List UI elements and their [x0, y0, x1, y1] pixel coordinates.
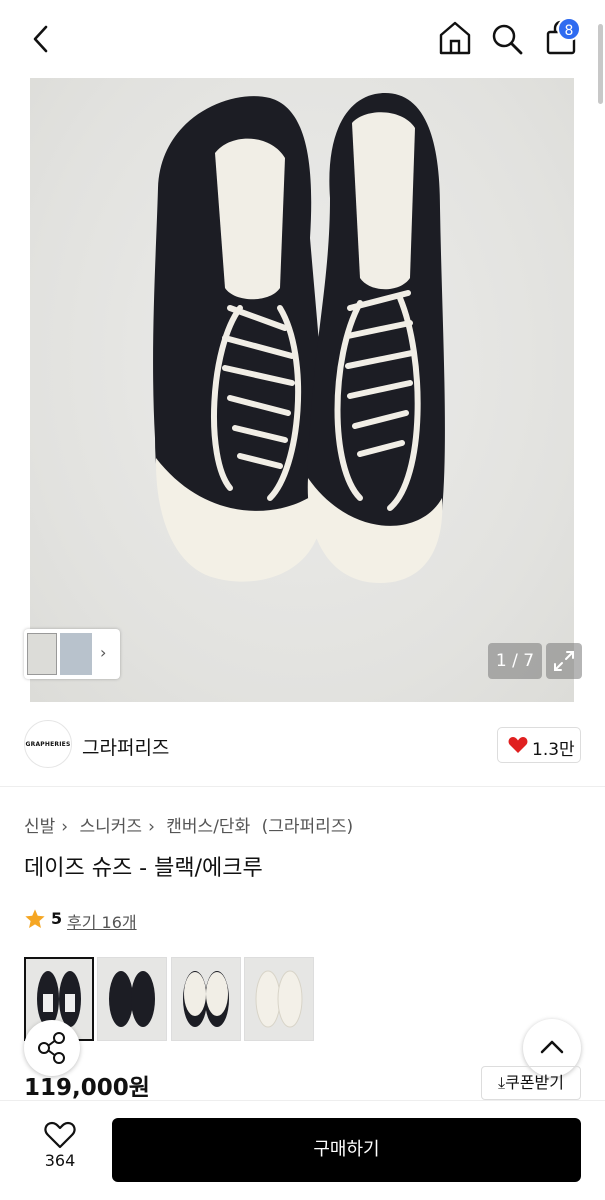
variant-thumbnail [183, 971, 229, 1027]
search-icon [492, 24, 523, 55]
review-count-link[interactable]: 후기 16개 [67, 909, 137, 933]
star-icon [25, 909, 45, 928]
variant-black[interactable] [97, 957, 167, 1041]
breadcrumb-item[interactable]: 스니커즈 [80, 817, 143, 837]
search-button[interactable] [491, 22, 523, 56]
variant-ecru[interactable] [244, 957, 314, 1041]
heart-outline-icon [44, 1121, 76, 1149]
product-price: 119,000원 [24, 1075, 150, 1101]
cart-count-badge: 8 [557, 17, 581, 41]
page-scrollbar[interactable] [598, 24, 603, 104]
brand-like-button[interactable]: 1.3만 [497, 727, 581, 763]
breadcrumb: 신발 › 스니커즈 › 캔버스/단화 (그라퍼리즈) [24, 812, 359, 837]
heart-filled-icon [508, 737, 528, 753]
top-bar: 8 [0, 0, 605, 78]
gallery-thumbnail-strip[interactable]: › [24, 629, 120, 679]
variant-thumbnail [255, 970, 303, 1028]
breadcrumb-item[interactable]: 캔버스/단화 [166, 817, 250, 837]
variant-ecru-black[interactable] [171, 957, 241, 1041]
wishlist-button[interactable]: 364 [38, 1121, 82, 1181]
breadcrumb-item[interactable]: (그라퍼리즈) [262, 817, 353, 837]
home-button[interactable] [438, 20, 472, 56]
rating-score: 5 [51, 909, 63, 928]
bottom-action-bar: 364 구매하기 [0, 1100, 605, 1200]
gallery-counter: 1 / 7 [488, 643, 542, 679]
chevron-left-icon [33, 25, 48, 53]
buy-button[interactable]: 구매하기 [112, 1118, 581, 1182]
gallery-thumbnail[interactable] [27, 633, 57, 675]
wishlist-count: 364 [44, 1151, 76, 1170]
chevron-right-icon[interactable]: › [100, 643, 106, 662]
chevron-right-icon: › [148, 817, 155, 837]
expand-button[interactable] [546, 643, 582, 679]
brand-like-count: 1.3만 [532, 740, 575, 760]
chevron-right-icon: › [61, 817, 69, 837]
brand-name[interactable]: 그라퍼리즈 [82, 733, 169, 760]
product-image-gallery[interactable] [30, 78, 574, 702]
gallery-thumbnail[interactable] [60, 633, 92, 675]
product-photo-sneakers [153, 93, 445, 583]
home-icon [439, 21, 471, 55]
coupon-download-button[interactable]: ⤓쿠폰받기 [481, 1066, 581, 1100]
brand-logo[interactable]: GRAPHERIES [24, 720, 72, 768]
variant-thumbnail [109, 971, 155, 1027]
coupon-label: 쿠폰받기 [505, 1073, 564, 1092]
brand-row: GRAPHERIES 그라퍼리즈 1.3만 [0, 703, 605, 787]
product-title: 데이즈 슈즈 - 블랙/에크루 [24, 856, 263, 881]
expand-icon [554, 651, 574, 671]
breadcrumb-item[interactable]: 신발 [24, 817, 55, 837]
back-button[interactable] [28, 22, 56, 56]
